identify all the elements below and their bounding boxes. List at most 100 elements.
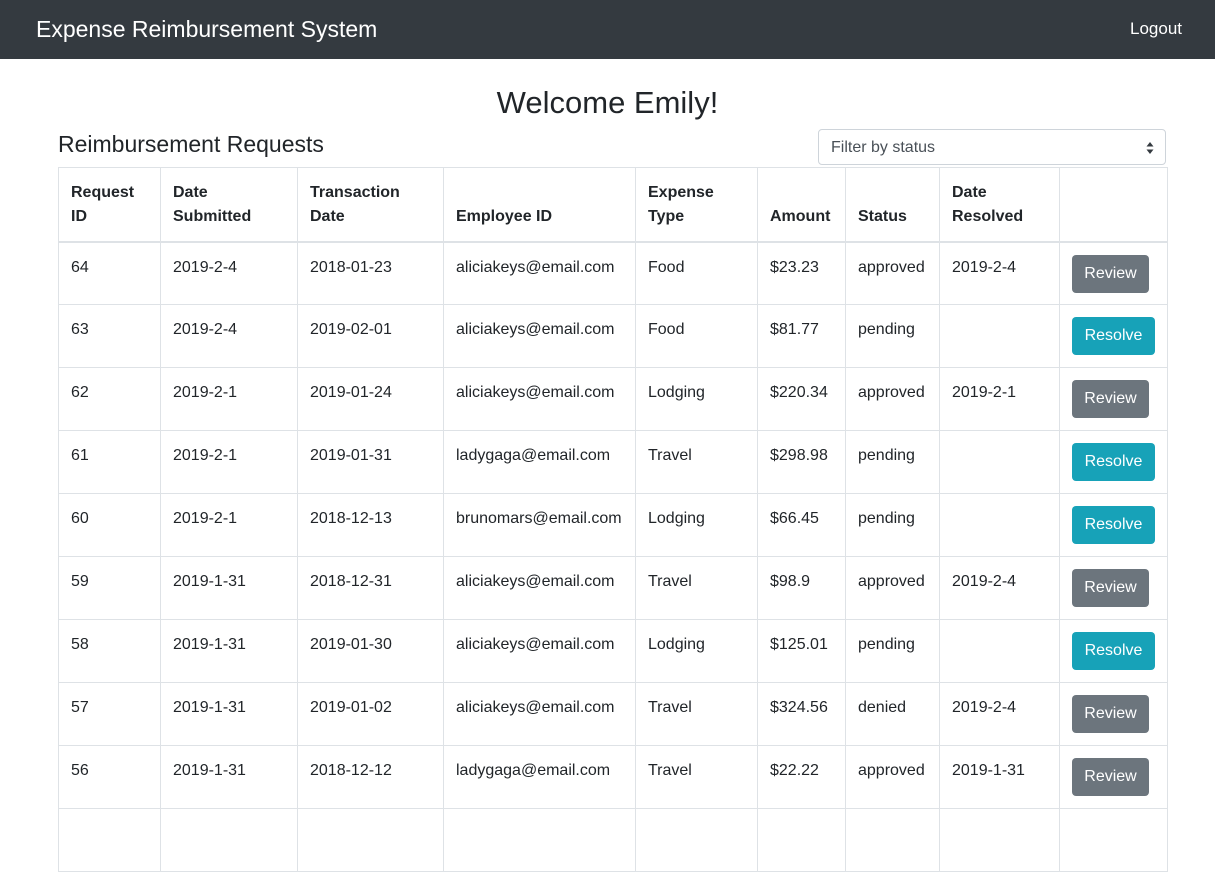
header-date-submitted: Date Submitted [160,167,298,243]
cell-date-resolved: 2019-2-4 [939,241,1060,305]
cell-transaction-date: 2019-01-30 [297,619,444,683]
cell-expense-type: Lodging [635,619,758,683]
cell-action: Review [1059,367,1168,431]
cell-status: pending [845,619,940,683]
cell-transaction-date: 2018-12-31 [297,556,444,620]
cell-expense-type: Travel [635,556,758,620]
cell-employee-id: aliciakeys@email.com [443,304,636,368]
requests-table: Request ID Date Submitted Transaction Da… [58,167,1168,872]
logout-link[interactable]: Logout [1130,18,1182,40]
section-title: Reimbursement Requests [58,131,324,157]
cell-request-id: 61 [58,430,161,494]
cell-date-resolved [939,493,1060,557]
cell-date-resolved: 2019-2-1 [939,367,1060,431]
cell-status: denied [845,682,940,746]
cell-date-submitted: 2019-2-1 [160,430,298,494]
cell-date-submitted: 2019-1-31 [160,682,298,746]
cell-employee-id: aliciakeys@email.com [443,619,636,683]
header-expense-type: Expense Type [635,167,758,243]
welcome-heading: Welcome Emily! [496,85,719,120]
resolve-button[interactable]: Resolve [1072,632,1155,670]
cell-date-resolved: 2019-2-4 [939,556,1060,620]
cell-status: approved [845,367,940,431]
header-transaction-date: Transaction Date [297,167,444,243]
table-row [58,808,1168,872]
cell-amount: $125.01 [757,619,846,683]
table-row: 57 2019-1-31 2019-01-02 aliciakeys@email… [58,682,1168,746]
cell-employee-id: brunomars@email.com [443,493,636,557]
cell-action [1059,808,1168,872]
cell-employee-id: aliciakeys@email.com [443,556,636,620]
cell-request-id: 59 [58,556,161,620]
cell-transaction-date: 2019-01-02 [297,682,444,746]
cell-date-submitted: 2019-1-31 [160,556,298,620]
cell-expense-type: Food [635,241,758,305]
cell-status: pending [845,493,940,557]
table-row: 56 2019-1-31 2018-12-12 ladygaga@email.c… [58,745,1168,809]
cell-action: Review [1059,745,1168,809]
cell-request-id: 64 [58,241,161,305]
cell-action: Resolve [1059,304,1168,368]
cell-status: approved [845,745,940,809]
cell-transaction-date: 2019-01-24 [297,367,444,431]
cell-action: Review [1059,241,1168,305]
cell-employee-id: aliciakeys@email.com [443,367,636,431]
header-row: Request ID Date Submitted Transaction Da… [58,167,1168,243]
app-title[interactable]: Expense Reimbursement System [36,14,377,44]
cell-expense-type: Travel [635,682,758,746]
table-row: 63 2019-2-4 2019-02-01 aliciakeys@email.… [58,304,1168,368]
table-row: 62 2019-2-1 2019-01-24 aliciakeys@email.… [58,367,1168,431]
cell-amount: $324.56 [757,682,846,746]
cell-date-resolved [939,304,1060,368]
review-button[interactable]: Review [1072,569,1149,607]
cell-amount: $81.77 [757,304,846,368]
resolve-button[interactable]: Resolve [1072,506,1155,544]
cell-date-resolved [939,619,1060,683]
cell-employee-id: ladygaga@email.com [443,430,636,494]
cell-date-resolved [939,808,1060,872]
cell-expense-type: Food [635,304,758,368]
cell-date-submitted: 2019-1-31 [160,745,298,809]
cell-expense-type: Lodging [635,367,758,431]
table-row: 64 2019-2-4 2018-01-23 aliciakeys@email.… [58,241,1168,305]
cell-expense-type: Travel [635,745,758,809]
cell-request-id: 57 [58,682,161,746]
cell-date-submitted: 2019-2-4 [160,241,298,305]
table-body: 64 2019-2-4 2018-01-23 aliciakeys@email.… [58,241,1168,872]
table-row: 59 2019-1-31 2018-12-31 aliciakeys@email… [58,556,1168,620]
cell-transaction-date: 2018-12-13 [297,493,444,557]
cell-amount: $220.34 [757,367,846,431]
cell-status: pending [845,430,940,494]
cell-amount: $98.9 [757,556,846,620]
review-button[interactable]: Review [1072,254,1149,293]
cell-status: approved [845,241,940,305]
cell-action: Review [1059,556,1168,620]
review-button[interactable]: Review [1072,695,1149,733]
navbar: Expense Reimbursement System Logout [0,0,1215,59]
header-amount: Amount [757,167,846,243]
cell-request-id: 63 [58,304,161,368]
cell-amount: $66.45 [757,493,846,557]
cell-employee-id: aliciakeys@email.com [443,682,636,746]
review-button[interactable]: Review [1072,380,1149,418]
cell-amount: $22.22 [757,745,846,809]
cell-action: Resolve [1059,430,1168,494]
table-row: 58 2019-1-31 2019-01-30 aliciakeys@email… [58,619,1168,683]
cell-status: approved [845,556,940,620]
cell-transaction-date: 2019-01-31 [297,430,444,494]
cell-date-submitted: 2019-2-4 [160,304,298,368]
cell-request-id: 62 [58,367,161,431]
header-employee-id: Employee ID [443,167,636,243]
cell-date-resolved: 2019-1-31 [939,745,1060,809]
cell-employee-id [443,808,636,872]
review-button[interactable]: Review [1072,758,1149,796]
status-filter-select[interactable]: Filter by status [818,129,1166,165]
cell-request-id: 60 [58,493,161,557]
cell-employee-id: ladygaga@email.com [443,745,636,809]
table-row: 60 2019-2-1 2018-12-13 brunomars@email.c… [58,493,1168,557]
resolve-button[interactable]: Resolve [1072,443,1155,481]
cell-amount [757,808,846,872]
resolve-button[interactable]: Resolve [1072,317,1155,355]
cell-action: Review [1059,682,1168,746]
cell-date-resolved [939,430,1060,494]
